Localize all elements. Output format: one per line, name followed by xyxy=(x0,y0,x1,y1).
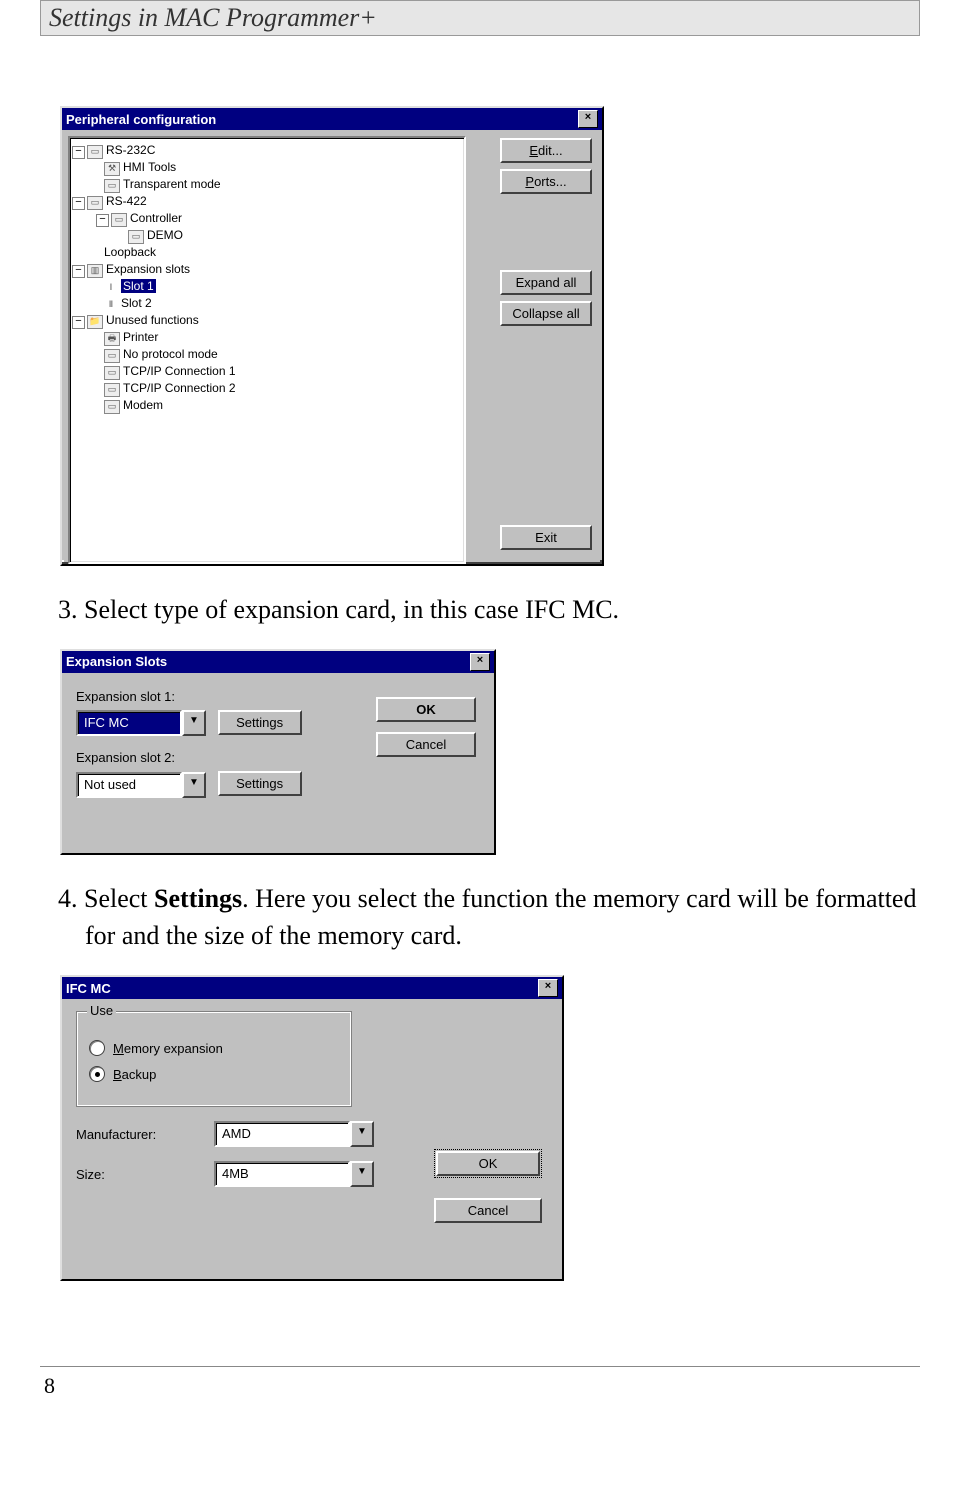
controller-icon: ▭ xyxy=(111,213,127,227)
slot-icon: Ⅰ xyxy=(104,282,118,294)
groupbox-legend: Use xyxy=(87,1003,116,1018)
size-combo[interactable]: 4MB ▼ xyxy=(214,1161,374,1187)
chevron-down-icon[interactable]: ▼ xyxy=(350,1161,374,1187)
expansion-slots-window: Expansion Slots × Expansion slot 1: IFC … xyxy=(60,649,496,855)
titlebar[interactable]: Peripheral configuration × xyxy=(62,108,602,130)
chevron-down-icon[interactable]: ▼ xyxy=(182,710,206,736)
slot2-combo[interactable]: Not used ▼ xyxy=(76,772,206,798)
cancel-button[interactable]: Cancel xyxy=(376,732,476,757)
collapse-icon[interactable]: − xyxy=(72,146,85,159)
collapse-all-button[interactable]: Collapse all xyxy=(500,301,592,326)
titlebar[interactable]: Expansion Slots × xyxy=(62,651,494,673)
slot1-settings-button[interactable]: Settings xyxy=(218,710,302,735)
manufacturer-label: Manufacturer: xyxy=(76,1127,196,1142)
collapse-icon[interactable]: − xyxy=(72,316,85,329)
slot1-label: Expansion slot 1: xyxy=(76,689,336,704)
slot1-value: IFC MC xyxy=(76,710,182,736)
tree-item-slot1[interactable]: ⅠSlot 1 xyxy=(72,278,462,295)
port-icon: ▭ xyxy=(87,196,103,210)
use-groupbox: Use Memory expansion Backup xyxy=(76,1011,352,1107)
mode-icon: ▭ xyxy=(104,179,120,193)
radio-label: Backup xyxy=(113,1067,156,1082)
slot2-value: Not used xyxy=(76,772,182,798)
tree-item-rs232c[interactable]: −▭RS-232C xyxy=(72,142,462,159)
tool-icon: ⚒ xyxy=(104,162,120,176)
collapse-icon[interactable]: − xyxy=(96,214,109,227)
ok-focus-ring: OK xyxy=(434,1149,542,1178)
size-value: 4MB xyxy=(214,1161,350,1187)
tree-item-unused[interactable]: −📁Unused functions xyxy=(72,312,462,329)
radio-memory-expansion[interactable]: Memory expansion xyxy=(89,1040,339,1056)
size-label: Size: xyxy=(76,1167,196,1182)
protocol-icon: ▭ xyxy=(104,349,120,363)
edit-button[interactable]: Edit... xyxy=(500,138,592,163)
ok-button[interactable]: OK xyxy=(436,1151,540,1176)
slots-icon: ▥ xyxy=(87,264,103,278)
tree-item-controller[interactable]: −▭Controller xyxy=(72,210,462,227)
tree-item-demo[interactable]: ▭DEMO xyxy=(72,227,462,244)
folder-icon: 📁 xyxy=(87,315,103,329)
device-icon: ▭ xyxy=(128,230,144,244)
collapse-icon[interactable]: − xyxy=(72,265,85,278)
tree-item-tcp2[interactable]: ▭TCP/IP Connection 2 xyxy=(72,380,462,397)
peripheral-config-window: Peripheral configuration × −▭RS-232C ⚒HM… xyxy=(60,106,604,566)
page-number: 8 xyxy=(44,1373,960,1399)
close-icon[interactable]: × xyxy=(538,979,558,997)
chevron-down-icon[interactable]: ▼ xyxy=(350,1121,374,1147)
tree-item-tcp1[interactable]: ▭TCP/IP Connection 1 xyxy=(72,363,462,380)
slot-icon: Ⅱ xyxy=(104,299,118,311)
step-3-text: 3. Select type of expansion card, in thi… xyxy=(85,591,920,629)
step-4-text: 4. Select Settings. Here you select the … xyxy=(85,880,920,955)
manufacturer-combo[interactable]: AMD ▼ xyxy=(214,1121,374,1147)
slot2-label: Expansion slot 2: xyxy=(76,750,336,765)
tree-item-transparent[interactable]: ▭Transparent mode xyxy=(72,176,462,193)
ports-button[interactable]: Ports... xyxy=(500,169,592,194)
window-title: Expansion Slots xyxy=(66,654,167,669)
tree-item-printer[interactable]: 🖶Printer xyxy=(72,329,462,346)
radio-icon[interactable] xyxy=(89,1066,105,1082)
exit-button[interactable]: Exit xyxy=(500,525,592,550)
tree-item-rs422[interactable]: −▭RS-422 xyxy=(72,193,462,210)
tree-item-expansion-slots[interactable]: −▥Expansion slots xyxy=(72,261,462,278)
slot2-settings-button[interactable]: Settings xyxy=(218,771,302,796)
tree-item-loopback[interactable]: Loopback xyxy=(72,244,462,261)
printer-icon: 🖶 xyxy=(104,332,120,346)
network-icon: ▭ xyxy=(104,383,120,397)
ifc-mc-window: IFC MC × Use Memory expansion Backup Man… xyxy=(60,975,564,1281)
radio-label: Memory expansion xyxy=(113,1041,223,1056)
ok-button[interactable]: OK xyxy=(376,697,476,722)
tree-item-noproto[interactable]: ▭No protocol mode xyxy=(72,346,462,363)
titlebar[interactable]: IFC MC × xyxy=(62,977,562,999)
radio-backup[interactable]: Backup xyxy=(89,1066,339,1082)
tree-item-modem[interactable]: ▭Modem xyxy=(72,397,462,414)
network-icon: ▭ xyxy=(104,366,120,380)
port-icon: ▭ xyxy=(87,145,103,159)
window-title: IFC MC xyxy=(66,981,111,996)
radio-icon[interactable] xyxy=(89,1040,105,1056)
expand-all-button[interactable]: Expand all xyxy=(500,270,592,295)
tree-item-slot2[interactable]: ⅡSlot 2 xyxy=(72,295,462,312)
slot1-combo[interactable]: IFC MC ▼ xyxy=(76,710,206,736)
cancel-button[interactable]: Cancel xyxy=(434,1198,542,1223)
tree-item-hmi[interactable]: ⚒HMI Tools xyxy=(72,159,462,176)
page-header: Settings in MAC Programmer+ xyxy=(40,0,920,36)
manufacturer-value: AMD xyxy=(214,1121,350,1147)
modem-icon: ▭ xyxy=(104,400,120,414)
collapse-icon[interactable]: − xyxy=(72,197,85,210)
close-icon[interactable]: × xyxy=(578,110,598,128)
peripheral-tree[interactable]: −▭RS-232C ⚒HMI Tools ▭Transparent mode −… xyxy=(68,136,466,564)
close-icon[interactable]: × xyxy=(470,653,490,671)
footer-rule xyxy=(40,1366,920,1367)
manufacturer-row: Manufacturer: AMD ▼ xyxy=(76,1121,548,1147)
chevron-down-icon[interactable]: ▼ xyxy=(182,772,206,798)
window-title: Peripheral configuration xyxy=(66,112,216,127)
